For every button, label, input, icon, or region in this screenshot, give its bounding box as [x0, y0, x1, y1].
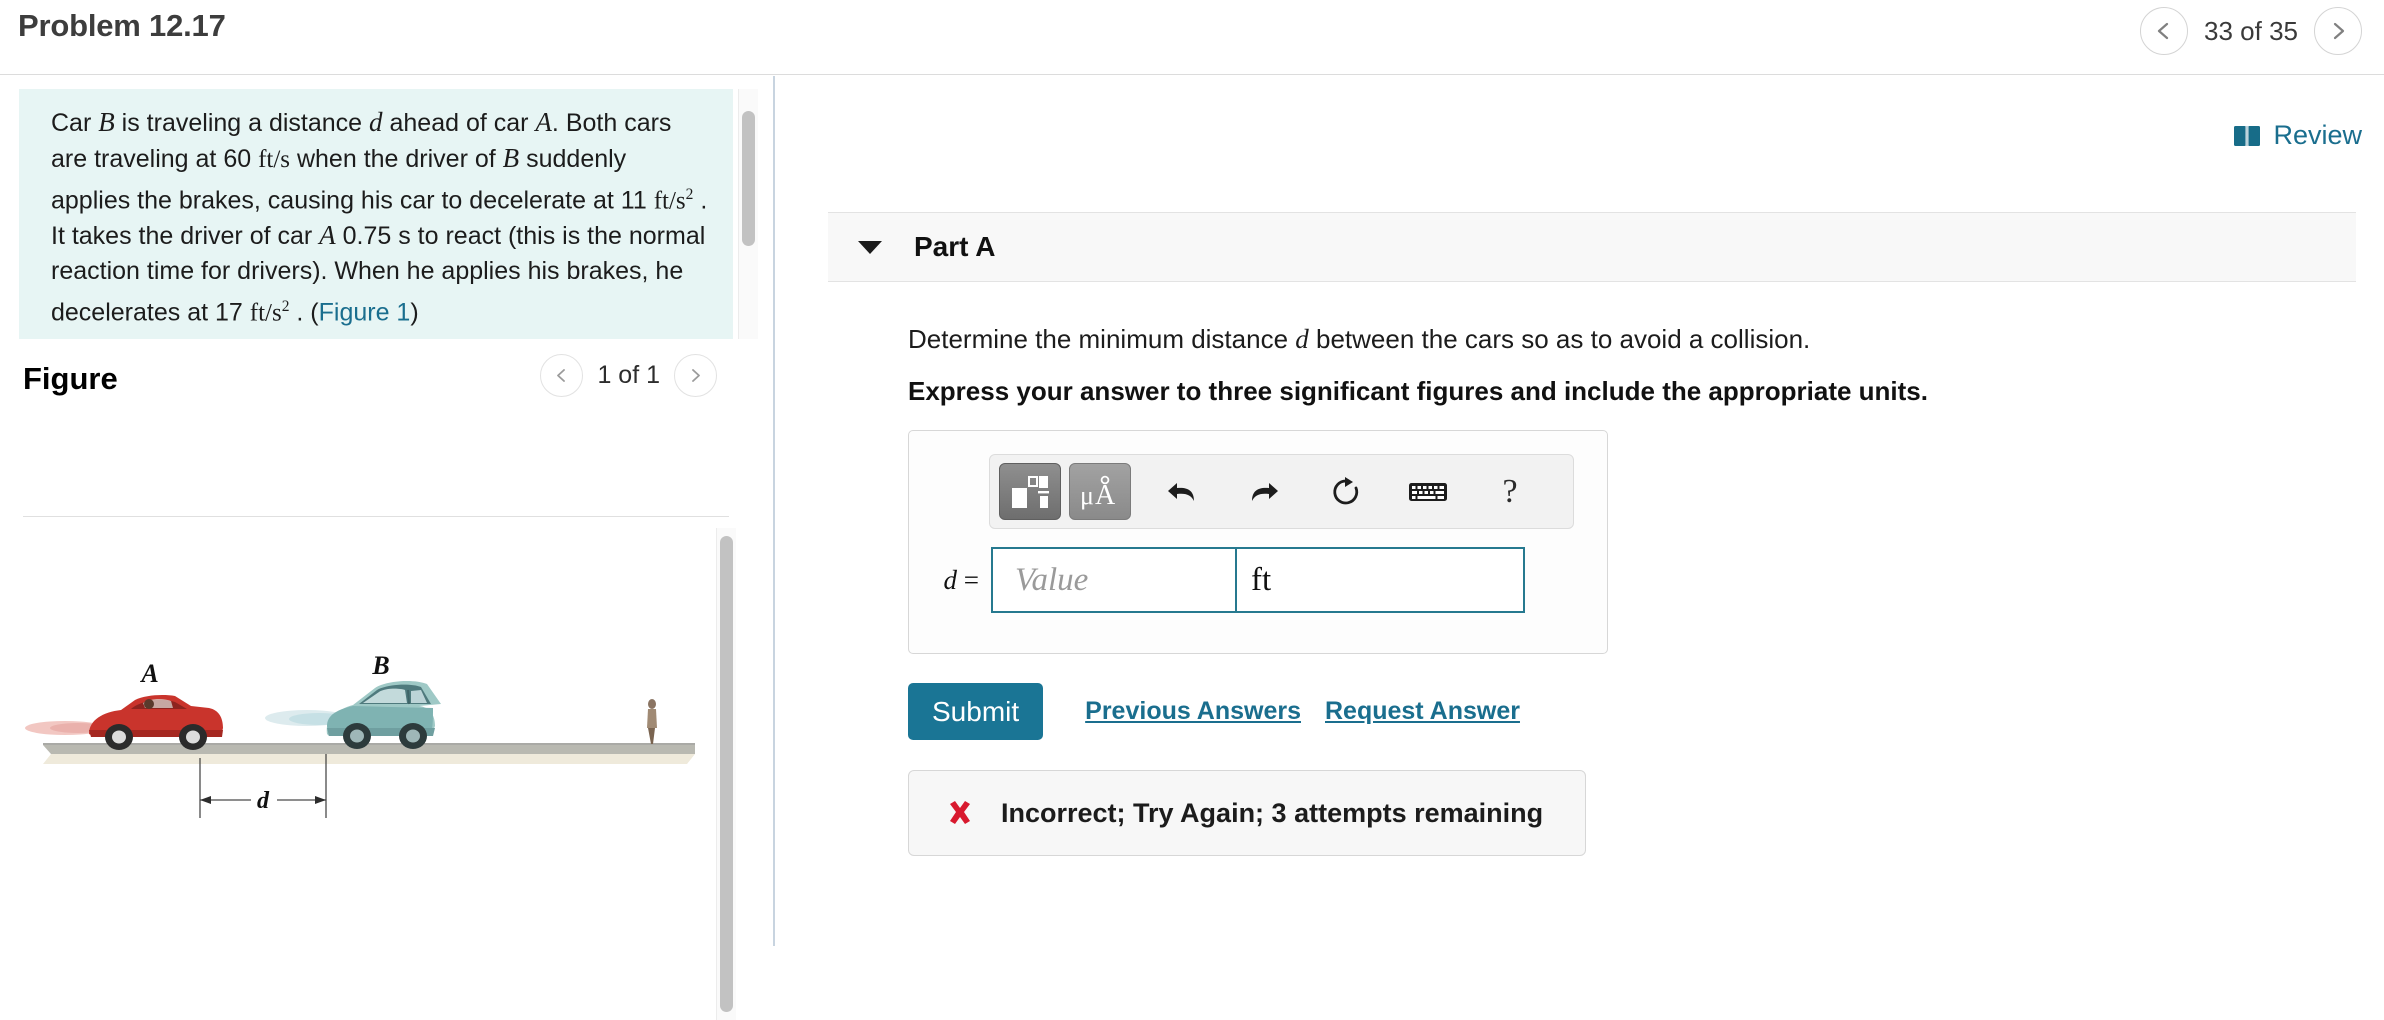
answer-value-input[interactable]: Value — [991, 547, 1237, 613]
problem-pager: 33 of 35 — [2140, 7, 2362, 55]
previous-figure-button[interactable] — [540, 354, 584, 397]
unit-ft-per-s2: ft/s — [653, 187, 686, 215]
figure-title: Figure — [23, 361, 118, 396]
units-button[interactable]: μ A — [1069, 463, 1131, 520]
question-pre: Determine the minimum distance — [908, 324, 1296, 354]
figure-label-b: B — [371, 651, 389, 680]
review-label: Review — [2273, 120, 2362, 150]
math-toolbar: μ A ? — [989, 454, 1574, 529]
figure-divider — [23, 516, 729, 517]
next-figure-button[interactable] — [674, 354, 717, 397]
math-template-icon — [1012, 475, 1049, 508]
stmt-part: when the driver of — [290, 145, 503, 173]
keyboard-button[interactable] — [1397, 463, 1459, 520]
var-a: A — [319, 220, 336, 251]
caret-down-icon[interactable] — [858, 240, 882, 254]
car-a-graphic — [89, 695, 223, 750]
answer-units-value: ft — [1251, 561, 1272, 598]
page-title: Problem 12.17 — [18, 8, 226, 43]
problem-statement-box: Car B is traveling a distance d ahead of… — [19, 89, 733, 339]
stmt-part: ) — [410, 298, 419, 327]
keyboard-icon — [1409, 482, 1447, 501]
figure-scrollbar-thumb[interactable] — [720, 536, 733, 1012]
problem-statement-text: Car B is traveling a distance d ahead of… — [19, 89, 733, 339]
help-icon: ? — [1502, 472, 1518, 510]
request-answer-link[interactable]: Request Answer — [1325, 697, 1520, 726]
panel-divider — [773, 76, 775, 946]
question-var-d: d — [1295, 324, 1309, 354]
var-d: d — [369, 107, 383, 137]
chevron-right-icon — [692, 369, 700, 382]
chevron-left-icon — [557, 369, 566, 382]
var-a: A — [535, 107, 552, 137]
action-row: Submit Previous Answers Request Answer — [908, 683, 1520, 740]
part-a-label: Part A — [914, 231, 996, 262]
undo-button[interactable] — [1151, 463, 1213, 520]
reset-button[interactable] — [1315, 463, 1377, 520]
figure-scrollbar[interactable] — [716, 528, 736, 1020]
reset-icon — [1333, 476, 1359, 504]
var-b: B — [98, 107, 115, 137]
undo-icon — [1168, 482, 1194, 501]
book-icon — [2234, 125, 2261, 146]
statement-scrollbar-thumb[interactable] — [742, 111, 755, 246]
statement-scrollbar[interactable] — [738, 89, 758, 339]
redo-button[interactable] — [1233, 463, 1295, 520]
stmt-part: . ( — [289, 298, 319, 327]
figure-pager: 1 of 1 — [540, 354, 717, 397]
svg-text:A: A — [1095, 480, 1116, 511]
submit-button[interactable]: Submit — [908, 683, 1044, 740]
feedback-message: Incorrect; Try Again; 3 attempts remaini… — [1001, 797, 1544, 828]
var-b: B — [502, 143, 520, 173]
answer-lhs: d = — [925, 565, 979, 596]
stmt-part: ahead of car — [382, 109, 536, 137]
unit-ft-per-s2: ft/s — [249, 299, 282, 327]
pedestrian-graphic — [647, 699, 657, 744]
stmt-part: is traveling a distance — [114, 109, 370, 137]
top-bar: Problem 12.17 33 of 35 — [0, 0, 2384, 75]
figure-pager-label: 1 of 1 — [597, 361, 660, 389]
svg-text:μ: μ — [1080, 481, 1094, 510]
problem-pager-label: 33 of 35 — [2204, 15, 2298, 46]
figure-1-link[interactable]: Figure 1 — [319, 299, 411, 327]
part-a-question: Determine the minimum distance d between… — [908, 324, 1810, 355]
cars-diagram: A B d — [25, 651, 695, 818]
next-problem-button[interactable] — [2314, 7, 2362, 55]
math-template-button[interactable] — [999, 463, 1061, 520]
redo-icon — [1252, 482, 1278, 501]
unit-ft-per-s: ft/s — [258, 146, 291, 173]
car-b-graphic — [326, 680, 441, 749]
chevron-left-icon — [2157, 22, 2169, 40]
answer-equation-row: d = Value ft — [925, 547, 1525, 613]
answer-units-input[interactable]: ft — [1237, 547, 1525, 613]
help-button[interactable]: ? — [1479, 463, 1541, 520]
equals-sign: = — [963, 564, 979, 595]
answer-value-placeholder: Value — [1015, 561, 1089, 598]
review-link[interactable]: Review — [2233, 120, 2362, 151]
figure-label-d: d — [257, 788, 270, 814]
figure-header: Figure 1 of 1 — [19, 354, 733, 416]
answer-variable: d — [943, 564, 958, 595]
x-mark-icon — [950, 801, 970, 824]
answer-entry-box: μ A ? d = Value ft — [908, 430, 1608, 654]
part-a-instruction: Express your answer to three significant… — [908, 376, 1928, 406]
feedback-banner: Incorrect; Try Again; 3 attempts remaini… — [908, 770, 1586, 856]
previous-answers-link[interactable]: Previous Answers — [1085, 697, 1301, 726]
previous-problem-button[interactable] — [2140, 7, 2189, 55]
part-a-header[interactable]: Part A — [828, 212, 2356, 282]
stmt-part: Car — [51, 109, 99, 137]
figure-label-a: A — [139, 659, 158, 688]
chevron-right-icon — [2333, 22, 2345, 40]
question-post: between the cars so as to avoid a collis… — [1308, 324, 1811, 354]
figure-image: A B d — [23, 528, 715, 1020]
left-panel: Car B is traveling a distance d ahead of… — [0, 76, 770, 1020]
units-icon: μ A — [1080, 475, 1116, 511]
